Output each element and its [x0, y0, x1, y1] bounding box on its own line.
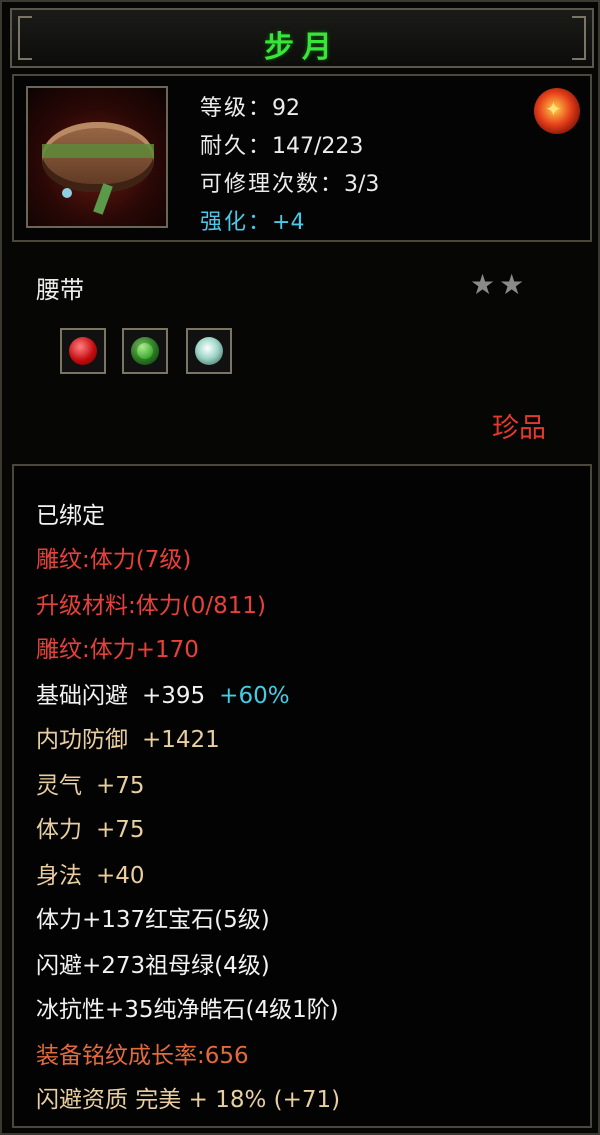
ruby-gem-icon[interactable] — [60, 328, 106, 374]
enhance-label: 强化： — [200, 210, 273, 235]
durability-label: 耐久： — [200, 134, 273, 159]
level-value: 92 — [272, 96, 301, 121]
fire-dragon-emblem-icon: ✦ — [534, 88, 580, 134]
dodge-bonus: +60% — [219, 683, 290, 709]
inner-defense-line: 内功防御 +1421 — [36, 720, 220, 754]
agility-line: 身法 +40 — [36, 856, 145, 890]
stamina-label: 体力 — [36, 817, 82, 843]
engrave-line: 雕纹:体力(7级) — [36, 547, 192, 573]
item-header-panel: 等级：92 耐久：147/223 可修理次数：3/3 强化：+4 — [12, 74, 592, 242]
inner-defense-value: +1421 — [142, 727, 220, 753]
diamond-gem-icon[interactable] — [186, 328, 232, 374]
repairs-row: 可修理次数：3/3 — [200, 166, 379, 198]
gem-line-diamond: 冰抗性+35纯净皓石(4级1阶) — [36, 997, 339, 1023]
stamina-value: +75 — [96, 817, 145, 843]
rarity-label: 珍品 — [492, 413, 546, 444]
title-bracket-right — [572, 16, 586, 60]
spirit-value: +75 — [96, 773, 145, 799]
gem-line-ruby: 体力+137红宝石(5级) — [36, 907, 270, 933]
engrave-bonus-line: 雕纹:体力+170 — [36, 637, 199, 663]
spirit-label: 灵气 — [36, 773, 82, 799]
spirit-line: 灵气 +75 — [36, 766, 145, 800]
quality-line: 闪避资质 完美 + 18% (+71) — [36, 1087, 341, 1113]
repairs-value: 3/3 — [344, 172, 380, 197]
durability-value: 147/223 — [272, 134, 364, 159]
upgrade-material-line: 升级材料:体力(0/811) — [36, 593, 266, 619]
enhance-value: +4 — [272, 210, 305, 235]
inner-defense-label: 内功防御 — [36, 727, 128, 753]
level-row: 等级：92 — [200, 90, 300, 122]
dodge-line: 基础闪避 +395 +60% — [36, 676, 290, 710]
gem-line-emerald: 闪避+273祖母绿(4级) — [36, 953, 270, 979]
title-bar: 步月 — [10, 8, 594, 68]
item-name: 步月 — [264, 30, 340, 65]
durability-row: 耐久：147/223 — [200, 128, 363, 160]
bound-status: 已绑定 — [36, 503, 105, 529]
belt-icon — [26, 86, 168, 228]
enhance-row: 强化：+4 — [200, 204, 304, 236]
emerald-gem-icon[interactable] — [122, 328, 168, 374]
agility-label: 身法 — [36, 863, 82, 889]
star-rating: ★★ — [470, 268, 529, 301]
dodge-label: 基础闪避 — [36, 683, 128, 709]
repairs-label: 可修理次数： — [200, 172, 345, 197]
dodge-value: +395 — [142, 683, 206, 709]
item-tooltip: 步月 等级：92 耐久：147/223 可修理次数：3/3 强化：+4 ✦ 腰带… — [0, 0, 600, 1135]
item-type: 腰带 — [36, 276, 84, 304]
stamina-line: 体力 +75 — [36, 810, 145, 844]
level-label: 等级： — [200, 96, 273, 121]
agility-value: +40 — [96, 863, 145, 889]
growth-line: 装备铭纹成长率:656 — [36, 1043, 249, 1069]
